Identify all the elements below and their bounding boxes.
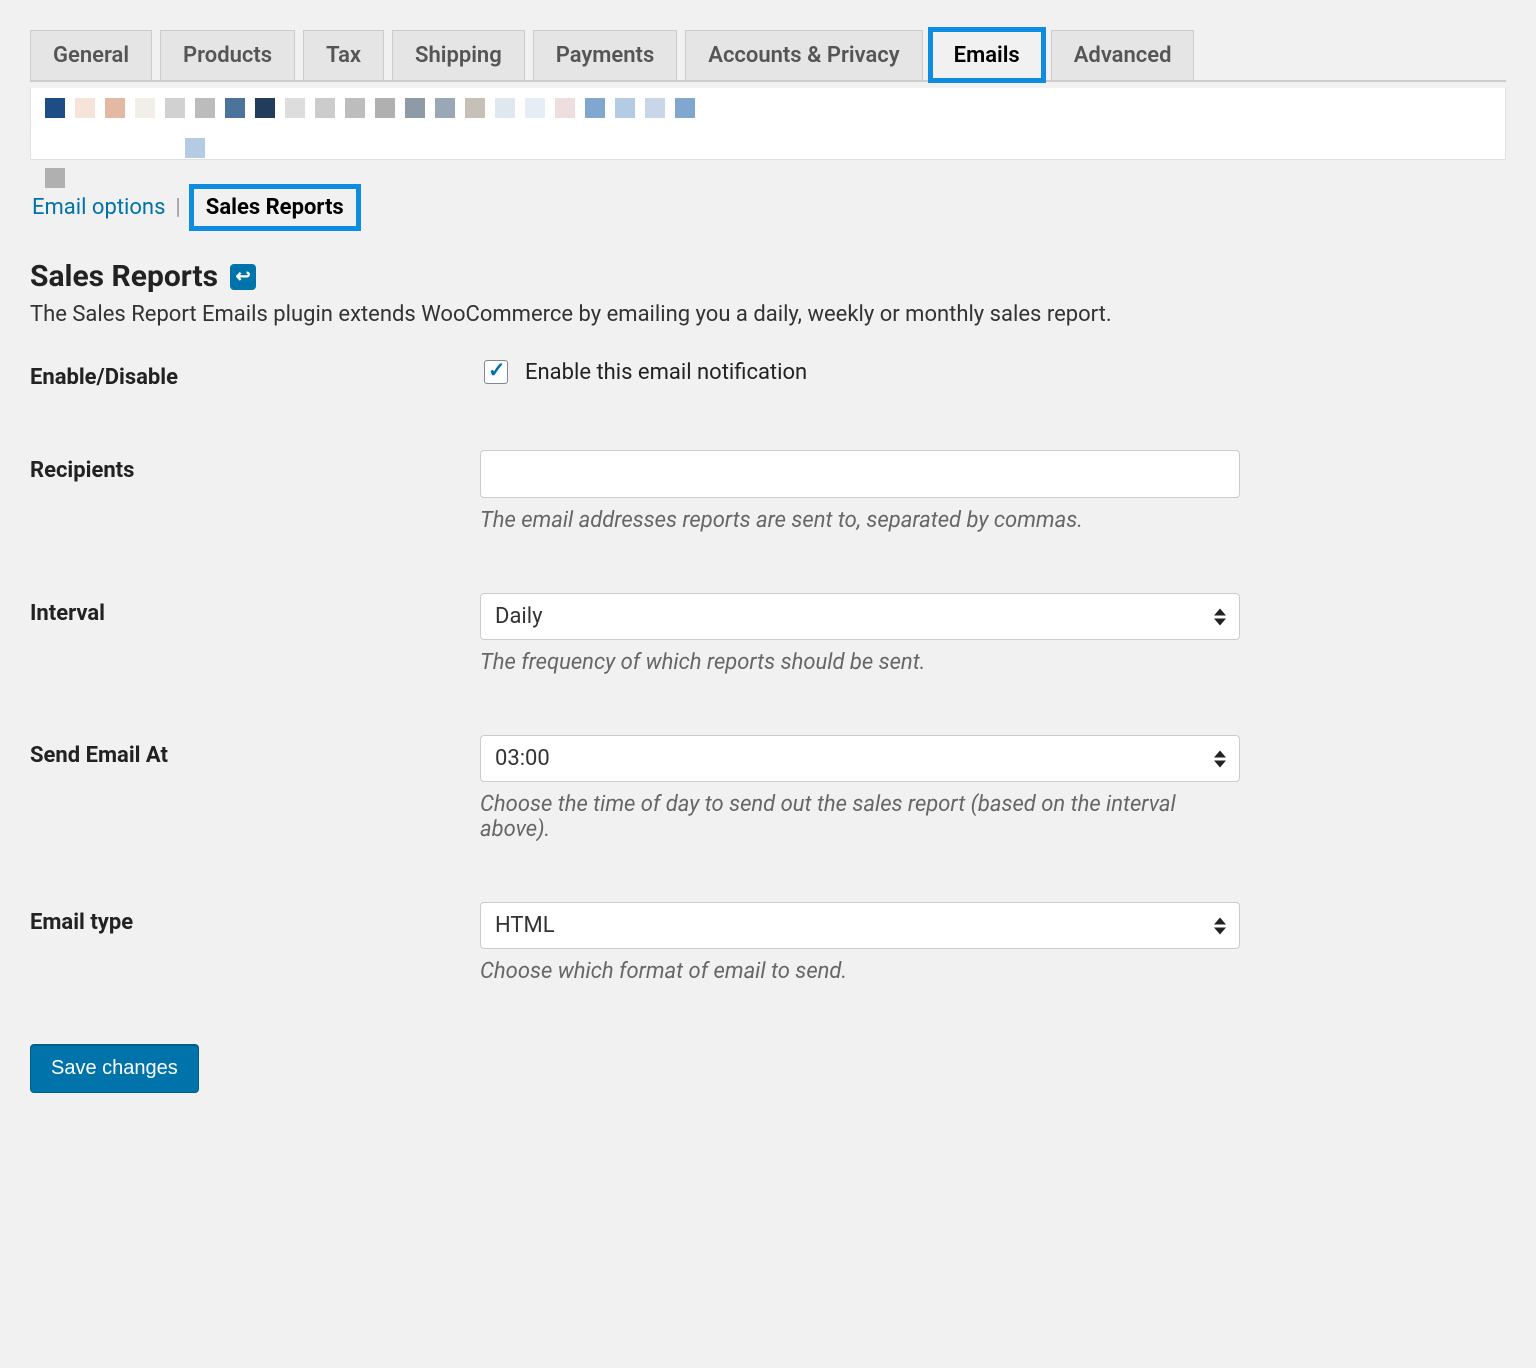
redacted-toolbar [30, 88, 1506, 160]
redacted-pixel [315, 98, 335, 118]
interval-desc: The frequency of which reports should be… [480, 650, 1250, 675]
interval-select[interactable]: Daily [480, 593, 1240, 640]
row-enable: Enable/Disable Enable this email notific… [30, 357, 1506, 390]
redacted-pixel [255, 98, 275, 118]
redacted-pixel [675, 98, 695, 118]
label-interval: Interval [30, 593, 480, 626]
redacted-pixel [555, 98, 575, 118]
enable-checkbox[interactable] [484, 360, 508, 384]
row-interval: Interval Daily The frequency of which re… [30, 593, 1506, 675]
redacted-pixel [45, 168, 65, 188]
redacted-pixel [525, 98, 545, 118]
redacted-pixel [345, 98, 365, 118]
recipients-desc: The email addresses reports are sent to,… [480, 508, 1250, 533]
redacted-pixel [135, 98, 155, 118]
subnav-email-options[interactable]: Email options [30, 191, 167, 224]
tab-general[interactable]: General [30, 30, 152, 80]
enable-checkbox-label: Enable this email notification [525, 360, 807, 385]
redacted-pixel [195, 98, 215, 118]
redacted-pixel [645, 98, 665, 118]
tab-payments[interactable]: Payments [533, 30, 678, 80]
row-email-type: Email type HTML Choose which format of e… [30, 902, 1506, 984]
subnav-separator: | [175, 195, 180, 220]
redacted-pixel [465, 98, 485, 118]
redacted-pixel [405, 98, 425, 118]
page-intro: The Sales Report Emails plugin extends W… [30, 302, 1506, 327]
redacted-pixel [375, 98, 395, 118]
redacted-pixel [165, 98, 185, 118]
redacted-pixel [105, 98, 125, 118]
tab-accounts[interactable]: Accounts & Privacy [685, 30, 922, 80]
subnav-sales-reports[interactable]: Sales Reports [189, 184, 361, 231]
page-title: Sales Reports ↩ [30, 259, 1506, 294]
redacted-pixel [585, 98, 605, 118]
row-recipients: Recipients The email addresses reports a… [30, 450, 1506, 533]
settings-tabs: General Products Tax Shipping Payments A… [30, 30, 1506, 82]
page-title-text: Sales Reports [30, 259, 218, 294]
recipients-input[interactable] [480, 450, 1240, 498]
tab-emails[interactable]: Emails [931, 30, 1043, 80]
redacted-pixel [495, 98, 515, 118]
redacted-pixel [75, 98, 95, 118]
redacted-pixel [185, 138, 205, 158]
label-enable: Enable/Disable [30, 357, 480, 390]
label-send-at: Send Email At [30, 735, 480, 768]
tab-advanced[interactable]: Advanced [1051, 30, 1195, 80]
send-at-select[interactable]: 03:00 [480, 735, 1240, 782]
save-button[interactable]: Save changes [30, 1044, 199, 1093]
send-at-desc: Choose the time of day to send out the s… [480, 792, 1250, 842]
email-subnav: Email options | Sales Reports [30, 184, 1506, 231]
tab-products[interactable]: Products [160, 30, 295, 80]
email-type-desc: Choose which format of email to send. [480, 959, 1250, 984]
label-recipients: Recipients [30, 450, 480, 483]
tab-tax[interactable]: Tax [303, 30, 384, 80]
tab-shipping[interactable]: Shipping [392, 30, 525, 80]
redacted-pixel [615, 98, 635, 118]
row-send-at: Send Email At 03:00 Choose the time of d… [30, 735, 1506, 842]
label-email-type: Email type [30, 902, 480, 935]
redacted-pixel [285, 98, 305, 118]
email-type-select[interactable]: HTML [480, 902, 1240, 949]
redacted-pixel [435, 98, 455, 118]
redacted-pixel [45, 98, 65, 118]
redacted-pixel [225, 98, 245, 118]
back-icon[interactable]: ↩ [230, 264, 256, 290]
